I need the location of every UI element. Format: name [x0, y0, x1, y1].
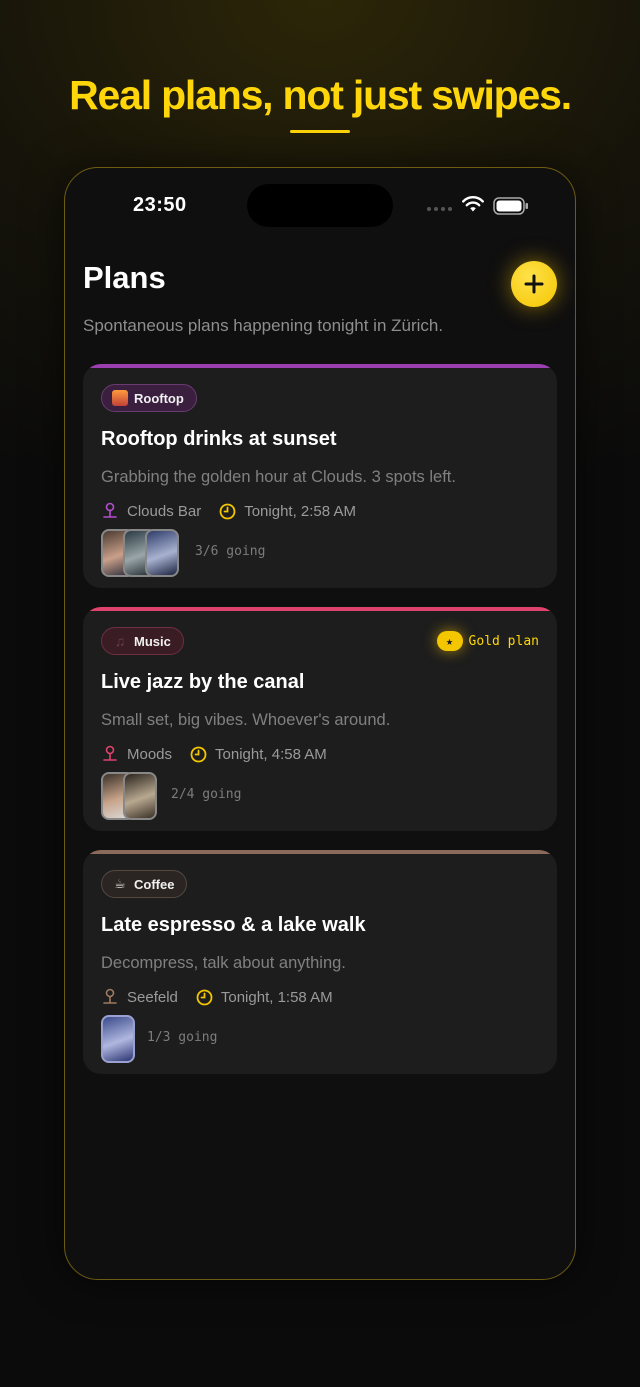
status-time: 23:50: [133, 194, 187, 216]
plan-title: Late espresso & a lake walk: [101, 914, 366, 936]
plan-description: Grabbing the golden hour at Clouds. 3 sp…: [101, 468, 456, 486]
plan-meta: Moods Tonight, 4:58 AM: [101, 745, 327, 763]
gold-plan-badge: ★ Gold plan: [436, 631, 539, 651]
card-accent-bar: [83, 850, 557, 854]
plan-location: Moods: [127, 745, 173, 763]
card-accent-bar: [83, 607, 557, 611]
card-accent-bar: [83, 364, 557, 368]
plan-title: Live jazz by the canal: [101, 671, 305, 693]
plan-description: Small set, big vibes. Whoever's around.: [101, 711, 391, 729]
attendee-avatars: [101, 529, 179, 577]
avatar: [123, 772, 157, 820]
plus-icon: [524, 274, 544, 294]
plan-card-rooftop[interactable]: Rooftop Rooftop drinks at sunset Grabbin…: [83, 364, 557, 588]
page-title: Plans: [83, 260, 166, 295]
avatar: [145, 529, 179, 577]
sunset-icon: [112, 390, 128, 406]
attendee-avatars: [101, 1015, 135, 1063]
wifi-icon: [462, 196, 484, 212]
music-note-icon: ♫: [114, 633, 126, 649]
plan-time: Tonight, 1:58 AM: [220, 988, 333, 1006]
category-tag: ♫ Music: [101, 627, 184, 655]
signal-icon: [427, 207, 452, 211]
plan-title: Rooftop drinks at sunset: [101, 428, 337, 450]
dynamic-island: [247, 184, 393, 227]
clock-icon: [196, 989, 213, 1005]
attendance-count: 2/4 going: [171, 787, 242, 802]
clock-icon: [190, 746, 207, 762]
add-plan-button[interactable]: [511, 261, 557, 307]
headline-underline: [290, 130, 350, 133]
avatar: [101, 1015, 135, 1063]
plan-card-coffee[interactable]: ☕ Coffee Late espresso & a lake walk Dec…: [83, 850, 557, 1074]
plan-location: Seefeld: [127, 988, 178, 1006]
attendance-count: 1/3 going: [147, 1030, 218, 1045]
category-tag: Rooftop: [101, 384, 197, 412]
category-tag: ☕ Coffee: [101, 870, 188, 898]
plan-location: Clouds Bar: [127, 502, 202, 520]
plan-description: Decompress, talk about anything.: [101, 954, 346, 972]
coffee-cup-icon: ☕: [114, 876, 126, 891]
plan-time: Tonight, 4:58 AM: [215, 745, 327, 763]
tag-label: Music: [134, 633, 171, 649]
clock-icon: [219, 503, 236, 519]
tag-label: Rooftop: [134, 390, 184, 406]
plan-meta: Clouds Bar Tonight, 2:58 AM: [101, 502, 356, 520]
plan-card-music[interactable]: ♫ Music ★ Gold plan Live jazz by the can…: [83, 607, 557, 831]
marketing-headline: Real plans, not just swipes.: [69, 72, 572, 118]
battery-icon: [493, 197, 528, 215]
plan-time: Tonight, 2:58 AM: [244, 502, 356, 520]
gold-plan-label: Gold plan: [468, 633, 539, 649]
attendance-count: 3/6 going: [195, 544, 266, 559]
plan-meta: Seefeld Tonight, 1:58 AM: [101, 988, 333, 1006]
location-pin-icon: [103, 988, 117, 1004]
location-pin-icon: [103, 745, 117, 761]
tag-label: Coffee: [134, 876, 175, 892]
page-subtitle: Spontaneous plans happening tonight in Z…: [83, 316, 444, 335]
attendee-avatars: [101, 772, 157, 820]
location-pin-icon: [103, 502, 117, 518]
phone-frame: 23:50 Plans Spontaneous plans happening …: [64, 167, 576, 1280]
star-icon: ★: [436, 631, 463, 651]
